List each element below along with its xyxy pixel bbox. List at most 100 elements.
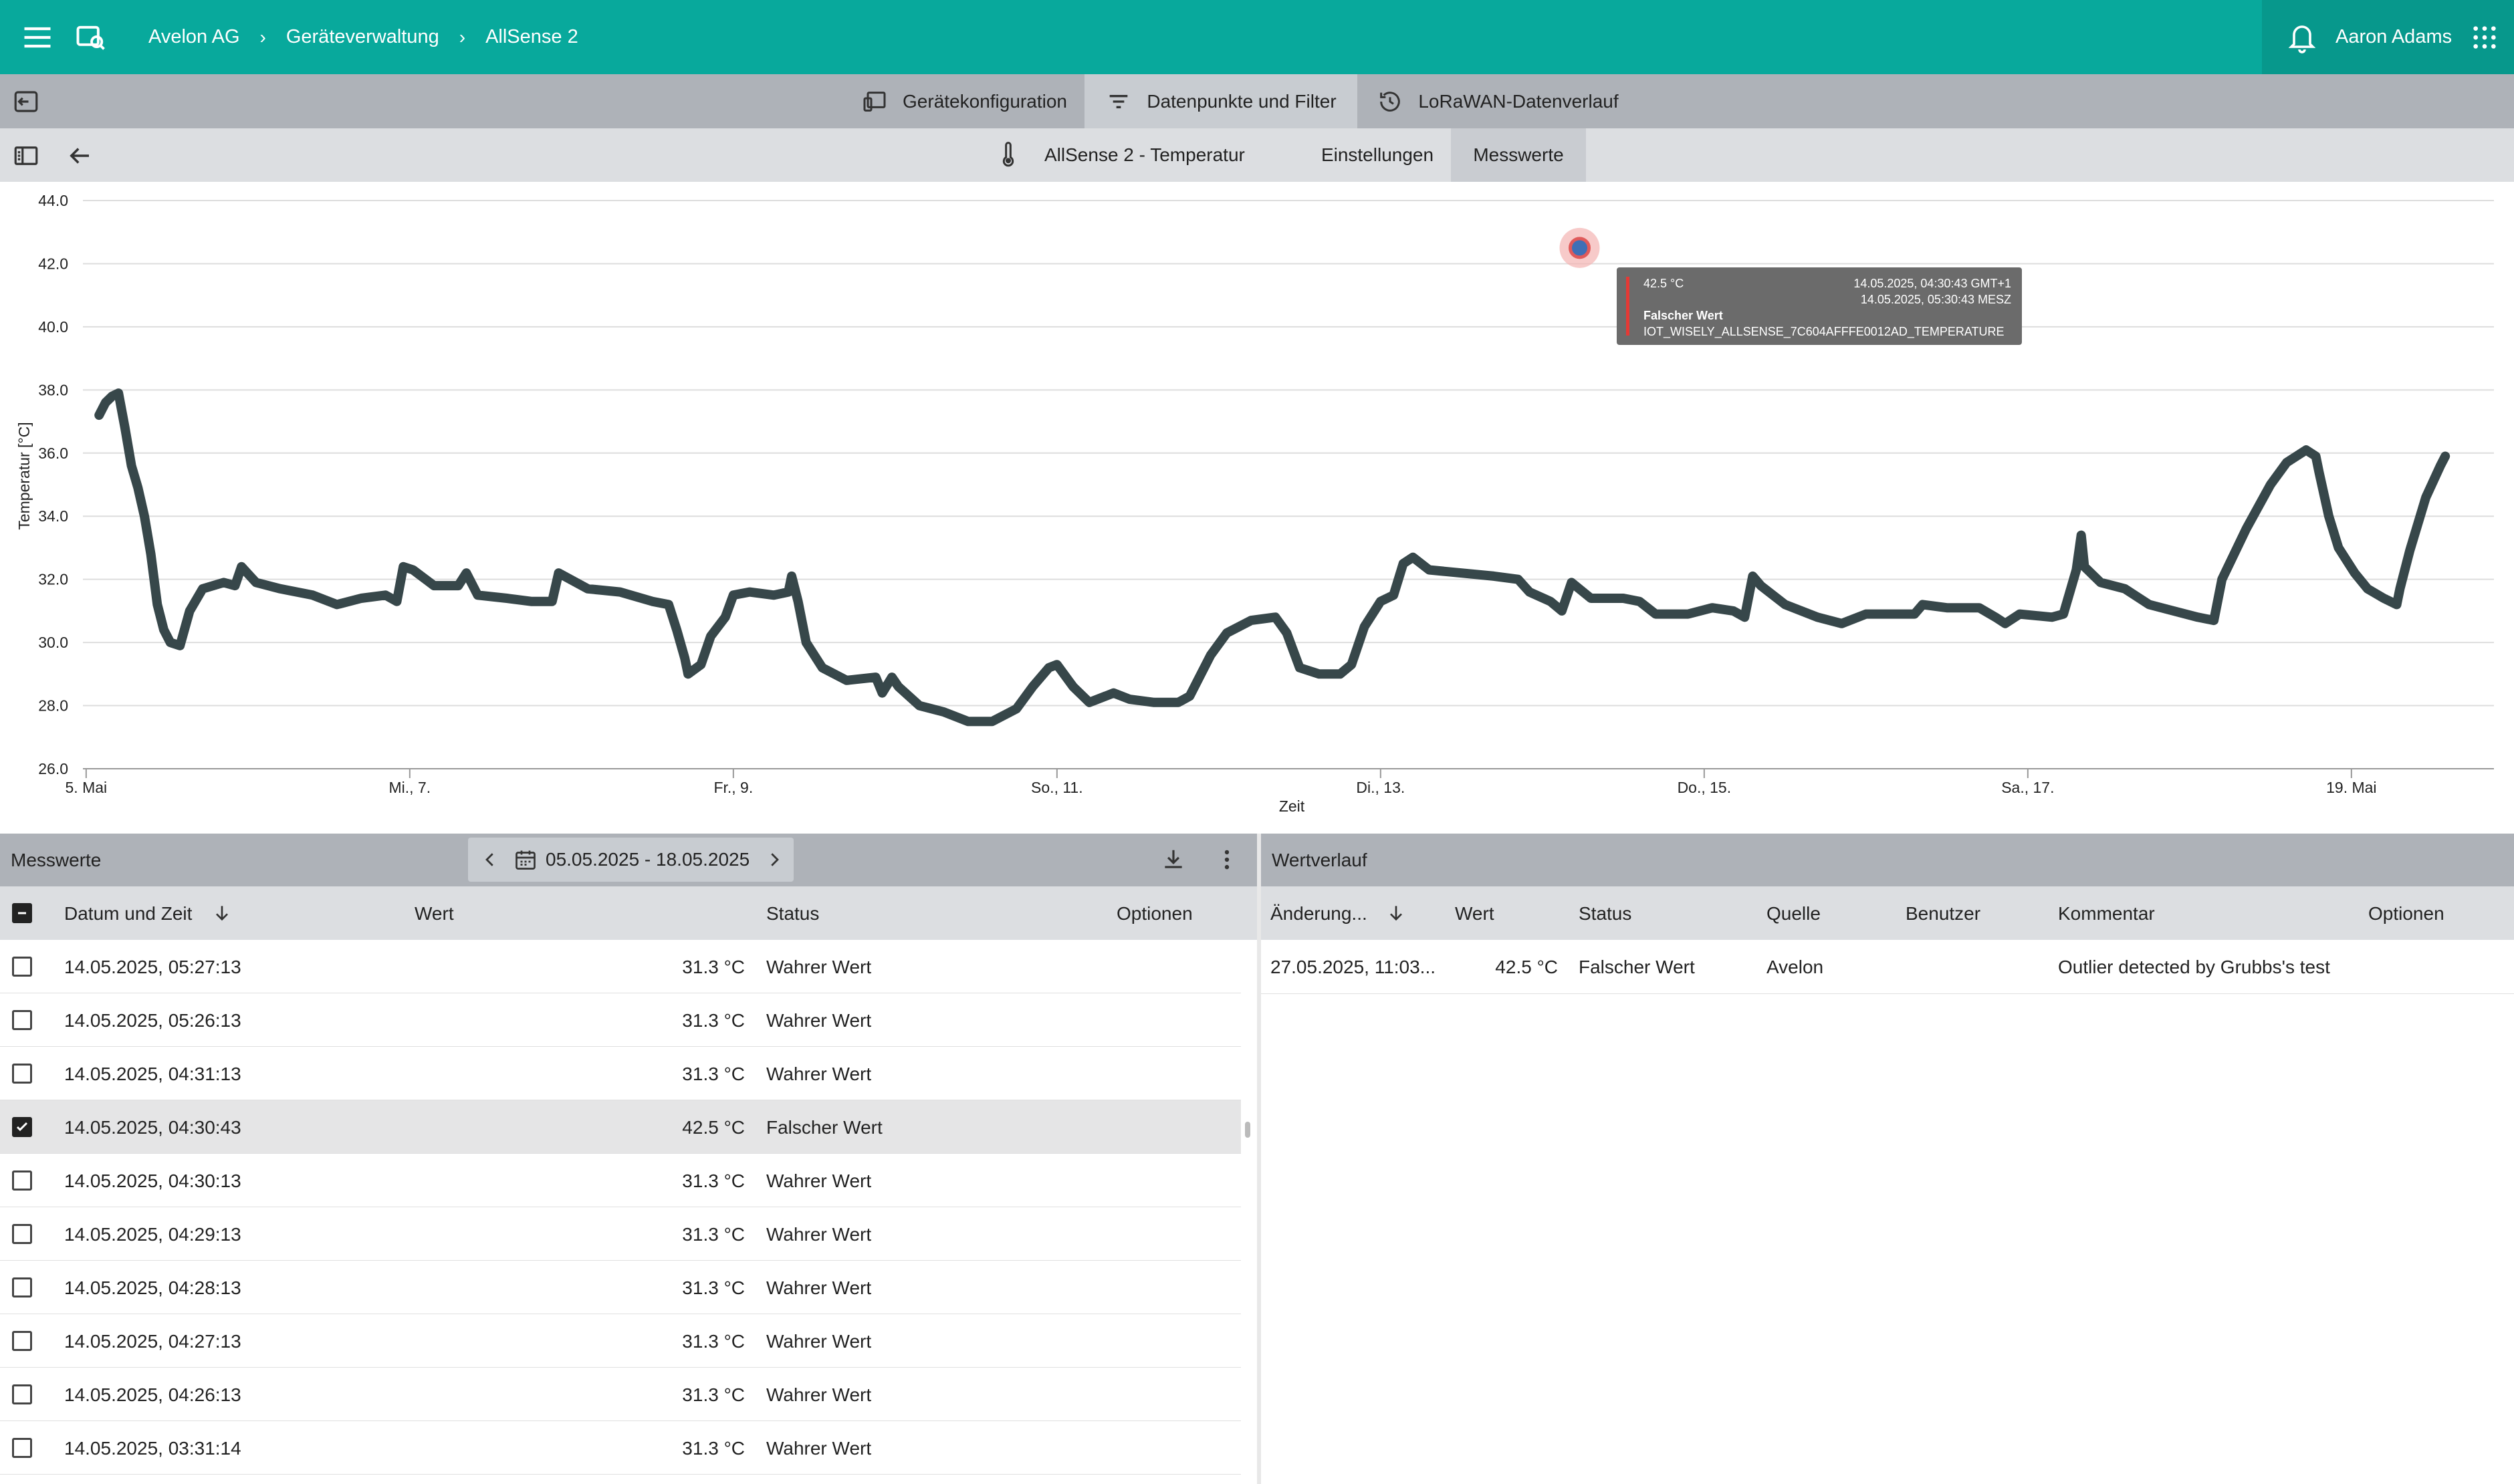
table-row[interactable]: 14.05.2025, 04:28:13 31.3 °C Wahrer Wert	[0, 1261, 1241, 1314]
thermometer-icon	[999, 142, 1018, 168]
column-status[interactable]: Status	[766, 903, 819, 924]
sort-arrow-down-icon[interactable]	[211, 902, 233, 924]
row-checkbox[interactable]	[12, 957, 32, 977]
cell-datetime: 14.05.2025, 03:31:14	[64, 1438, 241, 1459]
download-icon[interactable]	[1161, 847, 1186, 872]
main-tab-bar: Gerätekonfiguration Datenpunkte und Filt…	[0, 74, 2514, 128]
cell-datetime: 14.05.2025, 04:30:43	[64, 1117, 241, 1138]
table-row[interactable]: 14.05.2025, 04:27:13 31.3 °C Wahrer Wert	[0, 1314, 1241, 1368]
cell-value: 31.3 °C	[682, 1331, 745, 1352]
history-row[interactable]: 27.05.2025, 11:03... 42.5 °C Falscher We…	[1261, 940, 2514, 994]
panel-title: Wertverlauf	[1272, 850, 1367, 870]
breadcrumb-item-device-management[interactable]: Geräteverwaltung	[286, 26, 439, 48]
cell-status: Wahrer Wert	[766, 1277, 872, 1298]
cell-value: 31.3 °C	[682, 1438, 745, 1459]
calendar-icon[interactable]	[513, 848, 538, 872]
row-checkbox[interactable]	[12, 1170, 32, 1191]
tooltip-datapoint: IOT_WISELY_ALLSENSE_7C604AFFFE0012AD_TEM…	[1643, 325, 2005, 338]
column-value[interactable]: Wert	[415, 903, 454, 924]
chart-canvas: 44.0 42.0 40.0 38.0 36.0 34.0 32.0 30.0 28.0 26.0…	[15, 192, 2494, 815]
user-area: Aaron Adams	[2262, 0, 2514, 74]
tab-lorawan-history[interactable]: LoRaWAN-Datenverlauf	[1357, 74, 1638, 128]
column-comment[interactable]: Kommentar	[2058, 903, 2155, 924]
measurements-panel: Messwerte 05.05.2025 - 18.05.2025 Datum …	[0, 834, 1257, 1484]
history-header: Wertverlauf	[1261, 834, 2514, 886]
date-range-value[interactable]: 05.05.2025 - 18.05.2025	[546, 849, 750, 870]
column-status[interactable]: Status	[1579, 903, 1631, 924]
cell-status: Wahrer Wert	[766, 1170, 872, 1191]
column-options: Optionen	[2368, 903, 2444, 924]
apps-grid-icon[interactable]	[2471, 24, 2498, 51]
y-tick-label: 30.0	[38, 634, 68, 651]
column-source[interactable]: Quelle	[1766, 903, 1821, 924]
y-tick-label: 34.0	[38, 507, 68, 525]
cell-value: 31.3 °C	[682, 1224, 745, 1245]
row-checkbox[interactable]	[12, 1438, 32, 1458]
measurements-column-header: Datum und Zeit Wert Status Optionen	[0, 886, 1257, 940]
sub-tab-bar: AllSense 2 - Temperatur Einstellungen Me…	[0, 128, 2514, 182]
column-user[interactable]: Benutzer	[1906, 903, 1980, 924]
table-row[interactable]: 14.05.2025, 04:30:13 31.3 °C Wahrer Wert	[0, 1154, 1241, 1207]
cell-status: Wahrer Wert	[766, 1384, 872, 1405]
sidebar-toggle-icon[interactable]	[12, 142, 40, 170]
user-name[interactable]: Aaron Adams	[2335, 0, 2452, 74]
tooltip-value: 42.5 °C	[1643, 277, 1684, 290]
breadcrumb-item-company[interactable]: Avelon AG	[148, 26, 240, 48]
tab-device-configuration[interactable]: Gerätekonfiguration	[844, 74, 1084, 128]
history-value: 42.5 °C	[1495, 957, 1558, 977]
column-value[interactable]: Wert	[1455, 903, 1494, 924]
devices-icon	[861, 88, 888, 115]
history-status: Falscher Wert	[1579, 957, 1695, 977]
row-checkbox[interactable]	[12, 1064, 32, 1084]
cell-datetime: 14.05.2025, 05:26:13	[64, 1010, 241, 1031]
x-axis-label: Zeit	[1279, 797, 1305, 815]
chevron-right-icon[interactable]	[764, 850, 784, 870]
cell-status: Wahrer Wert	[766, 1224, 872, 1245]
y-tick-label: 26.0	[38, 760, 68, 777]
scrollbar-thumb[interactable]	[1245, 1122, 1250, 1138]
bell-icon[interactable]	[2286, 20, 2318, 55]
chevron-left-icon[interactable]	[480, 850, 500, 870]
table-row[interactable]: 14.05.2025, 03:31:14 31.3 °C Wahrer Wert	[0, 1421, 1241, 1475]
breadcrumb-item-device[interactable]: AllSense 2	[485, 26, 578, 48]
cell-datetime: 14.05.2025, 05:27:13	[64, 957, 241, 977]
cell-value: 31.3 °C	[682, 1277, 745, 1298]
select-all-checkbox[interactable]	[12, 903, 32, 923]
hamburger-menu-icon[interactable]	[20, 20, 55, 55]
value-history-panel: Wertverlauf Änderung... Wert Status Quel…	[1261, 834, 2514, 1484]
tab-label: Datenpunkte und Filter	[1147, 90, 1337, 112]
x-tick-label: Sa., 17.	[2001, 779, 2054, 796]
panel-title: Messwerte	[11, 850, 102, 870]
table-row[interactable]: 14.05.2025, 05:27:13 31.3 °C Wahrer Wert	[0, 940, 1241, 993]
device-search-icon[interactable]	[74, 20, 108, 55]
column-changed[interactable]: Änderung...	[1270, 903, 1367, 924]
exit-panel-icon[interactable]	[12, 88, 40, 116]
table-row[interactable]: 14.05.2025, 04:26:13 31.3 °C Wahrer Wert	[0, 1368, 1241, 1421]
row-checkbox[interactable]	[12, 1010, 32, 1030]
table-row[interactable]: 14.05.2025, 05:26:13 31.3 °C Wahrer Wert	[0, 993, 1241, 1047]
sort-arrow-down-icon[interactable]	[1385, 902, 1407, 924]
cell-status: Wahrer Wert	[766, 1331, 872, 1352]
table-row[interactable]: 14.05.2025, 04:29:13 31.3 °C Wahrer Wert	[0, 1207, 1241, 1261]
more-vertical-icon[interactable]	[1214, 847, 1240, 872]
tab-settings[interactable]: Einstellungen	[1304, 128, 1451, 182]
row-checkbox[interactable]	[12, 1331, 32, 1351]
tab-measurements[interactable]: Messwerte	[1451, 128, 1586, 182]
row-checkbox[interactable]	[12, 1384, 32, 1404]
table-row[interactable]: 14.05.2025, 04:31:13 31.3 °C Wahrer Wert	[0, 1047, 1241, 1100]
back-arrow-icon[interactable]	[66, 142, 94, 170]
tab-label: Messwerte	[1473, 144, 1564, 165]
y-tick-label: 36.0	[38, 445, 68, 462]
cell-status: Wahrer Wert	[766, 957, 872, 977]
cell-datetime: 14.05.2025, 04:29:13	[64, 1224, 241, 1245]
row-checkbox[interactable]	[12, 1224, 32, 1244]
x-tick-label: Do., 15.	[1678, 779, 1732, 796]
row-checkbox[interactable]	[12, 1277, 32, 1297]
tab-datapoints-filters[interactable]: Datenpunkte und Filter	[1084, 74, 1357, 128]
outlier-point[interactable]	[1569, 237, 1591, 259]
table-row[interactable]: 14.05.2025, 04:30:43 42.5 °C Falscher Wert	[0, 1100, 1241, 1154]
datapoint-name: AllSense 2 - Temperatur	[1044, 144, 1245, 165]
column-datetime[interactable]: Datum und Zeit	[64, 903, 192, 924]
cell-value: 31.3 °C	[682, 1170, 745, 1191]
row-checkbox[interactable]	[12, 1117, 32, 1137]
